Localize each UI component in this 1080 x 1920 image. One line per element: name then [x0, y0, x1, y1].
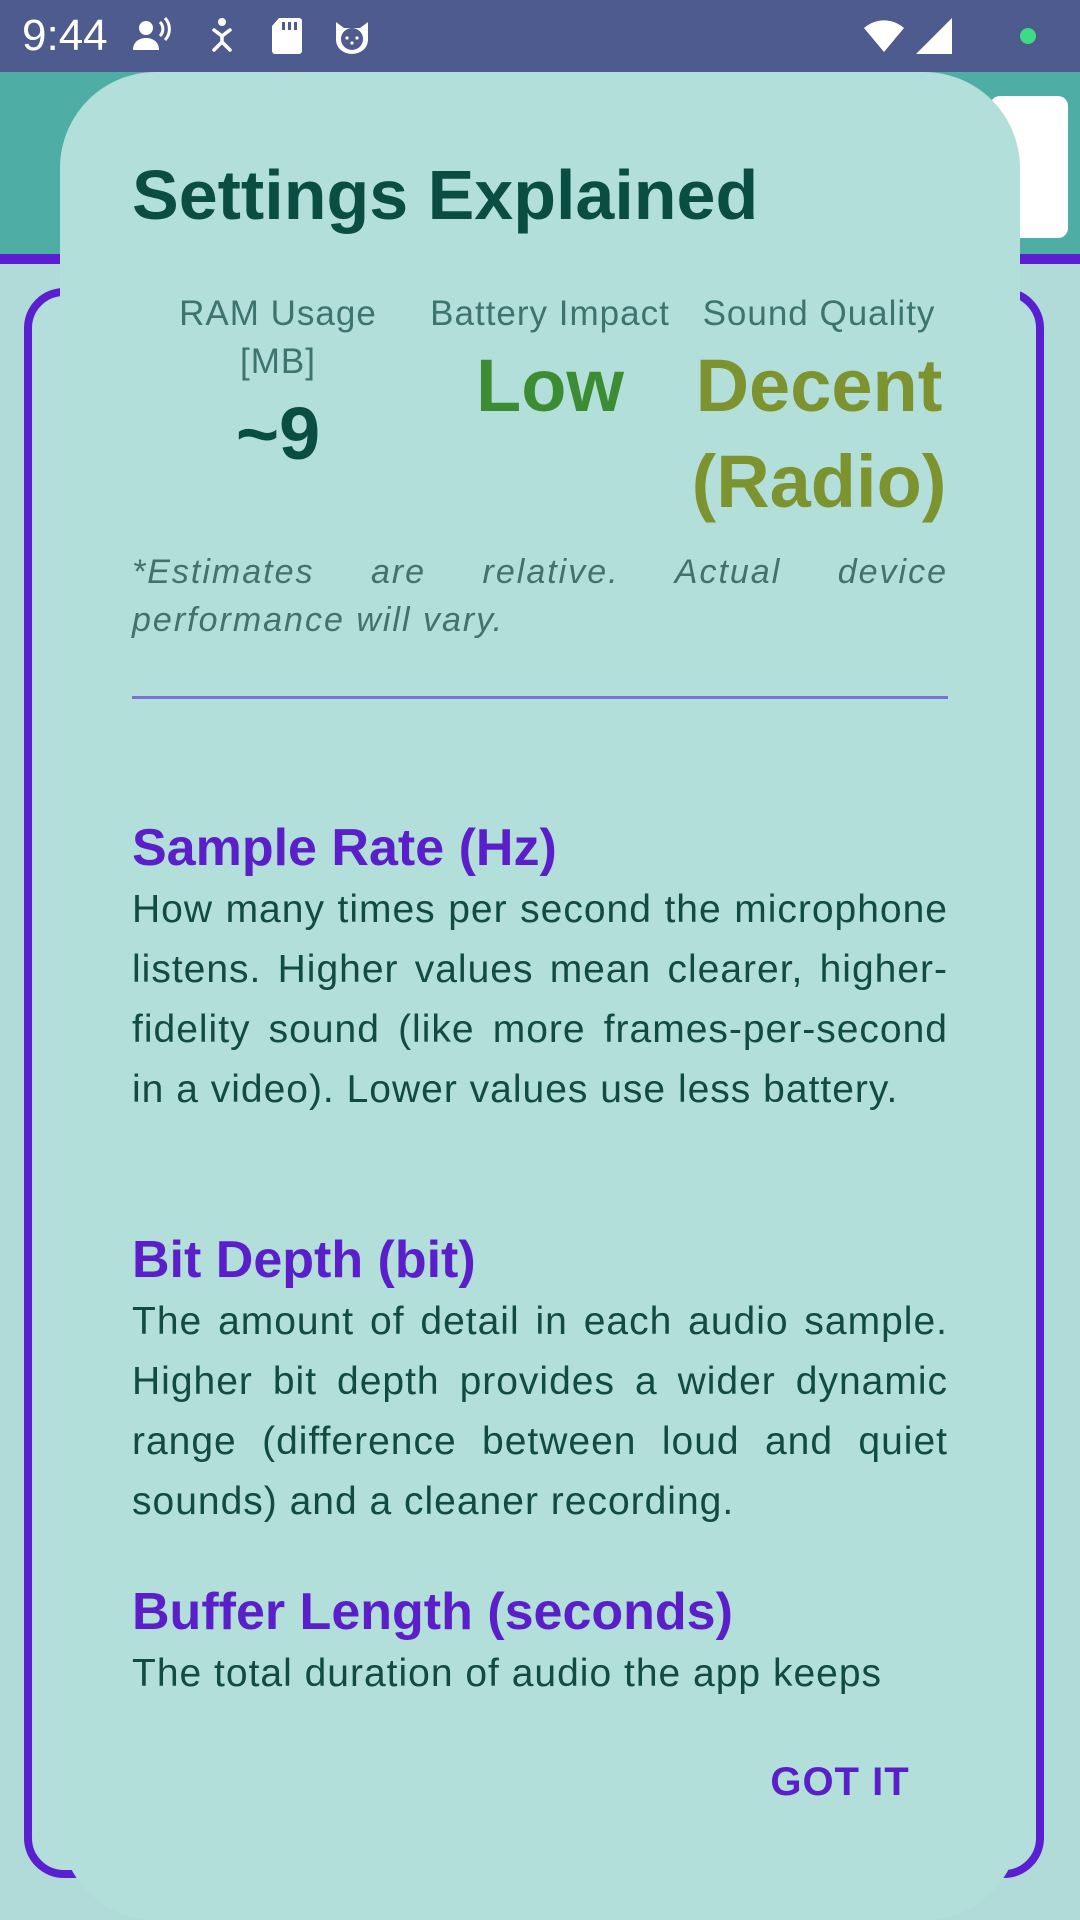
- wifi-icon: [862, 14, 906, 58]
- settings-dialog: Settings Explained RAM Usage [MB] ~9 Bat…: [60, 72, 1020, 1920]
- section-divider: [132, 696, 948, 699]
- accessibility-icon: [200, 14, 244, 58]
- sound-quality-metric: Sound Quality Decent (Radio): [690, 290, 948, 530]
- green-dot-icon: [1010, 14, 1046, 58]
- sd-card-icon: [265, 14, 309, 58]
- buffer-length-section[interactable]: Buffer Length (seconds) The total durati…: [132, 1580, 948, 1700]
- hotspot-person-icon: [130, 14, 174, 58]
- estimates-note: *Estimates are relative. Actual device p…: [132, 553, 948, 639]
- ram-usage-label: RAM Usage [MB]: [179, 294, 377, 381]
- sound-quality-value: Decent (Radio): [691, 344, 947, 523]
- status-time: 9:44: [22, 11, 108, 60]
- got-it-button[interactable]: GOT IT: [760, 1742, 920, 1822]
- sample-rate-description: How many times per second the microphone…: [132, 888, 948, 1111]
- battery-impact-metric: Battery Impact Low: [410, 290, 690, 434]
- cell-signal-icon: [912, 14, 956, 58]
- buffer-length-title: Buffer Length (seconds): [132, 1583, 733, 1641]
- ram-usage-value: ~9: [235, 392, 321, 475]
- sample-rate-section: Sample Rate (Hz) How many times per seco…: [132, 816, 948, 1120]
- bit-depth-title: Bit Depth (bit): [132, 1231, 476, 1289]
- bit-depth-section: Bit Depth (bit) The amount of detail in …: [132, 1228, 948, 1532]
- ram-usage-metric: RAM Usage [MB] ~9: [148, 290, 408, 482]
- battery-impact-value: Low: [476, 344, 624, 427]
- status-bar: 9:44: [0, 0, 1080, 72]
- sample-rate-title: Sample Rate (Hz): [132, 819, 557, 877]
- dialog-title: Settings Explained: [132, 156, 759, 234]
- battery-impact-label: Battery Impact: [430, 294, 670, 333]
- buffer-length-description: The total duration of audio the app keep…: [132, 1652, 883, 1695]
- sound-quality-label: Sound Quality: [702, 294, 936, 333]
- cat-face-icon: [330, 14, 374, 58]
- bit-depth-description: The amount of detail in each audio sampl…: [132, 1300, 948, 1523]
